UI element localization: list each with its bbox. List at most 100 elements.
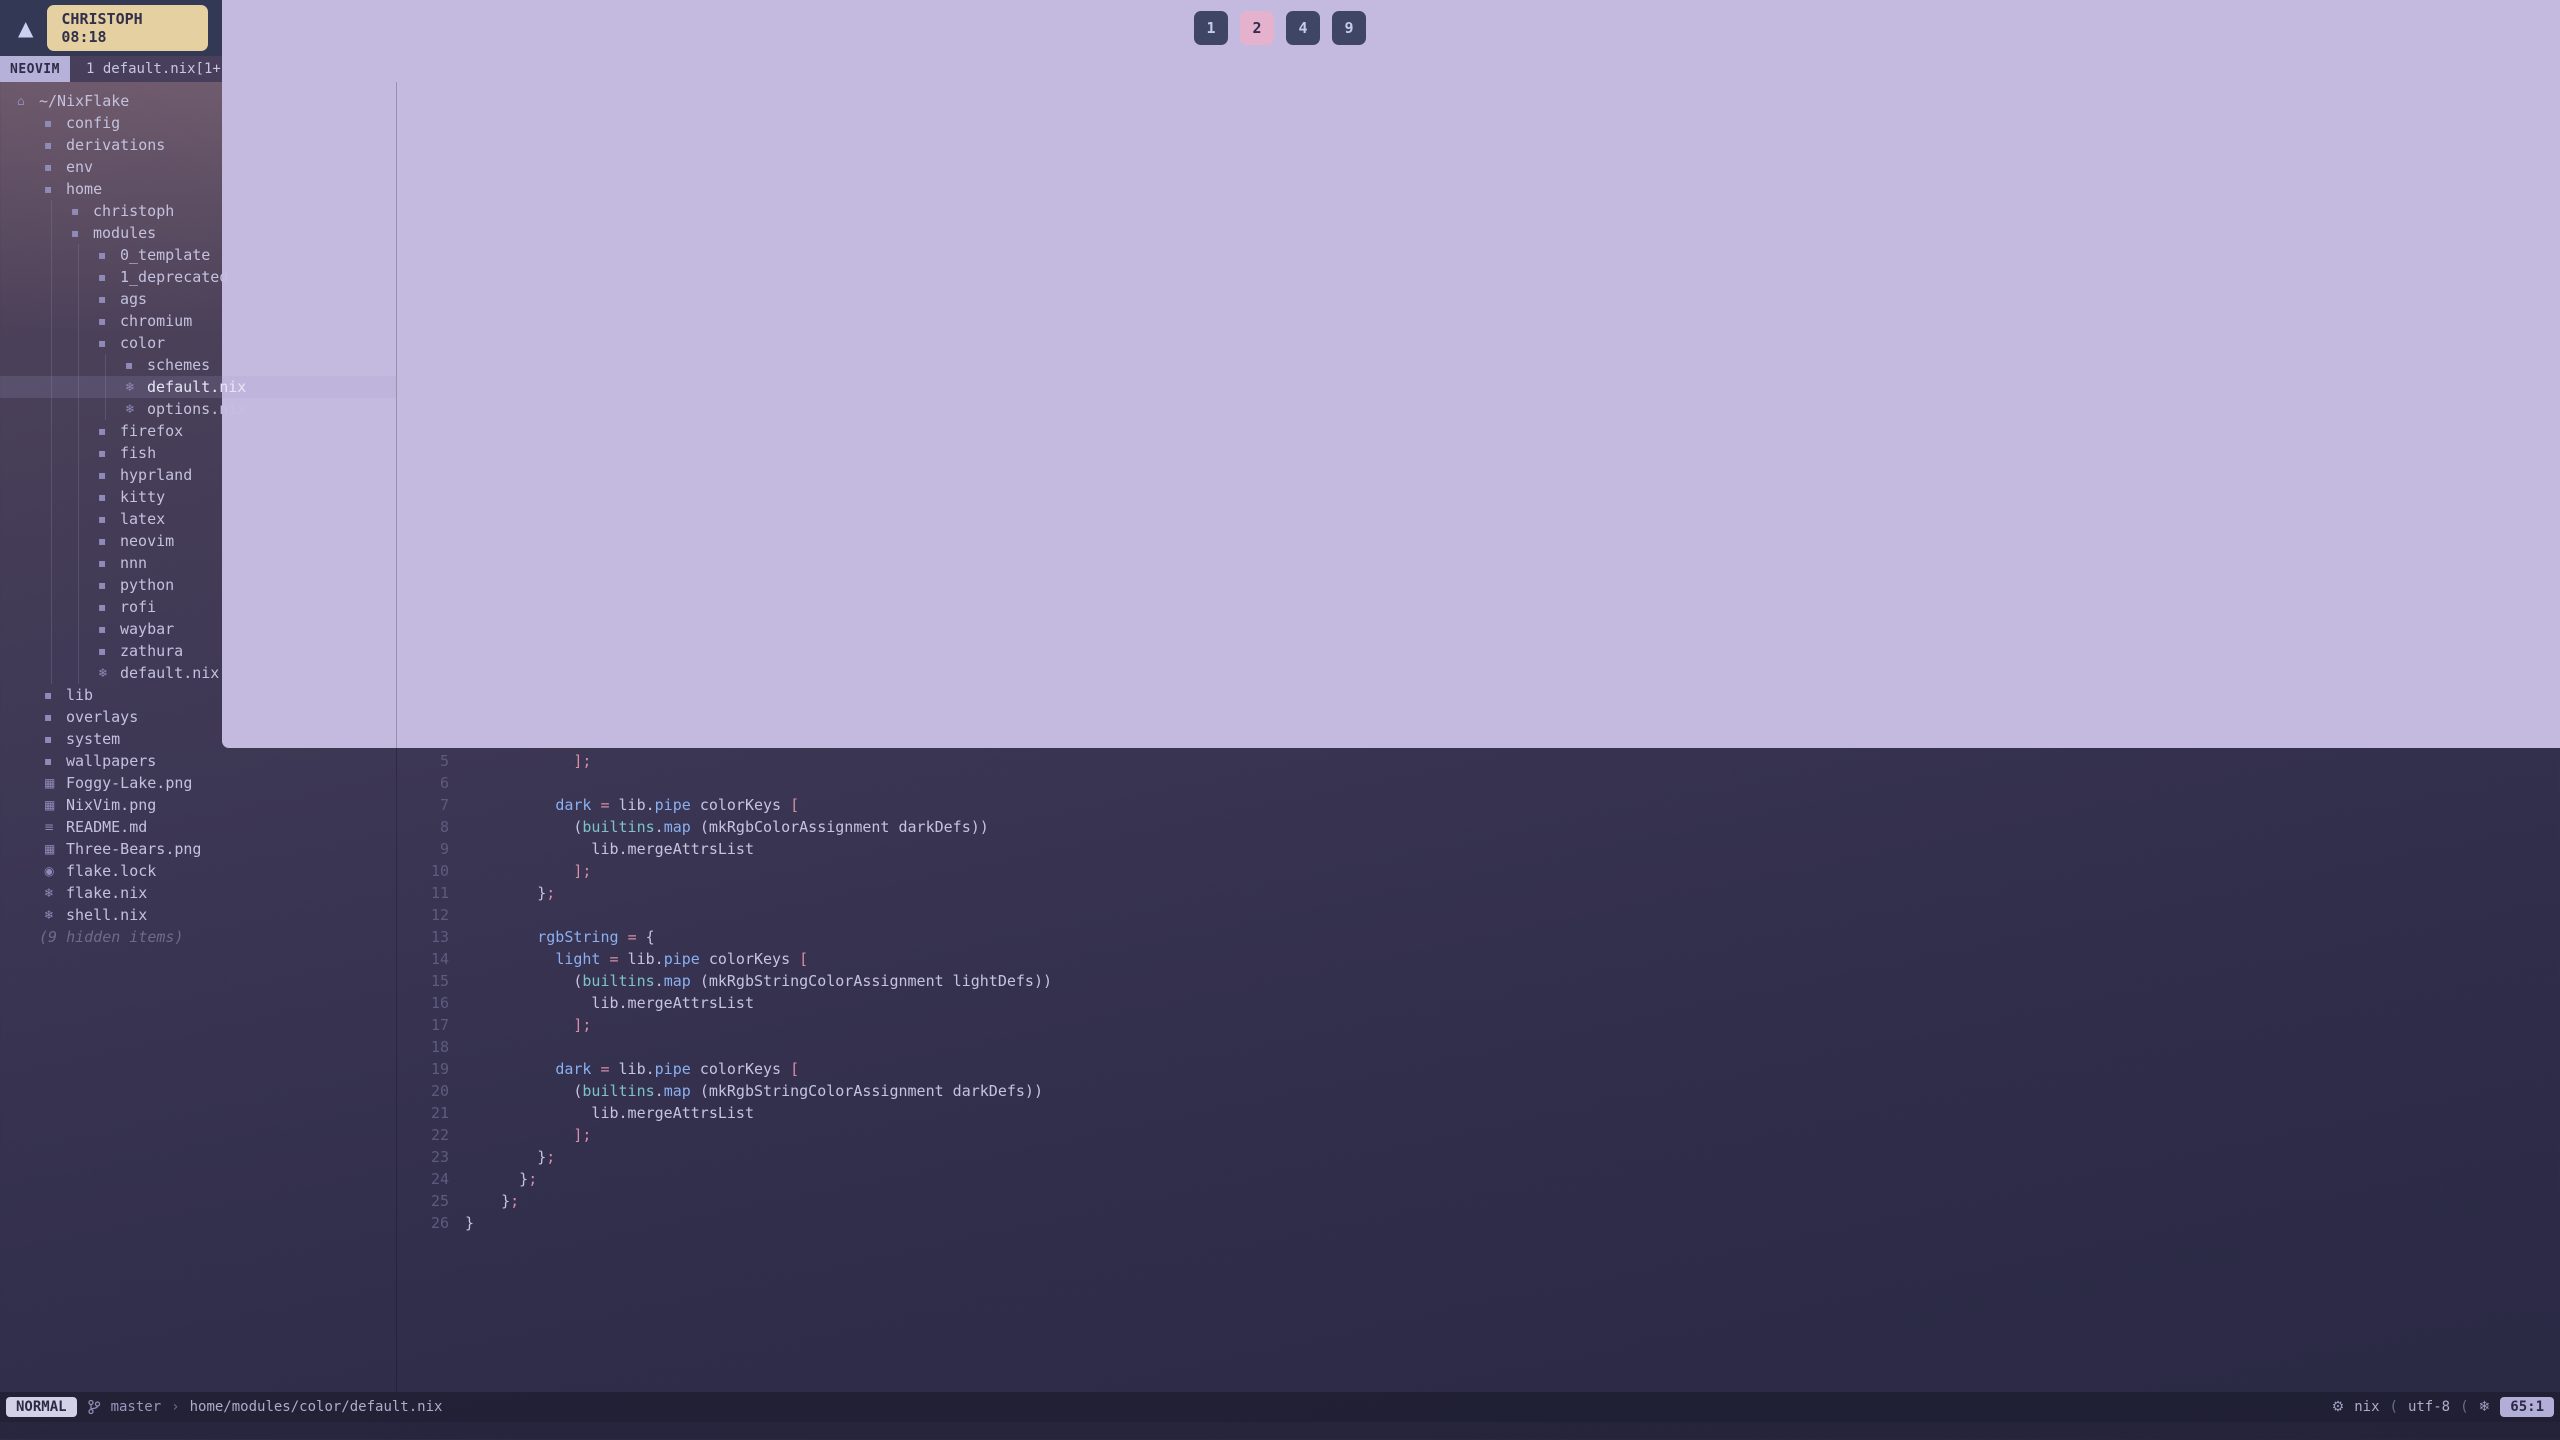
filetype-label: nix <box>2354 1399 2379 1415</box>
folder-icon: ▪ <box>98 486 120 508</box>
tree-item-color[interactable]: ▪color <box>0 332 396 354</box>
tree-item-nnn[interactable]: ▪nnn <box>0 552 396 574</box>
tree-item-env[interactable]: ▪env <box>0 156 396 178</box>
code-line[interactable]: 24 }; <box>397 1168 2560 1190</box>
folder-icon: ▪ <box>98 552 120 574</box>
tree-item-shell.nix[interactable]: ❄shell.nix <box>0 904 396 926</box>
tree-item-1-deprecated[interactable]: ▪1_deprecated <box>0 266 396 288</box>
code-line[interactable]: 10 ]; <box>397 860 2560 882</box>
tree-item-options.nix[interactable]: ❄options.nix <box>0 398 396 420</box>
tree-item-flake.lock[interactable]: ◉flake.lock <box>0 860 396 882</box>
code-line[interactable]: 23 }; <box>397 1146 2560 1168</box>
tree-item-chromium[interactable]: ▪chromium <box>0 310 396 332</box>
code-text: (builtins.map (mkRgbColorAssignment dark… <box>465 816 989 838</box>
top-bar-left: ▲ CHRISTOPH 08:18 Neovide <box>18 0 2560 748</box>
neovide-badge[interactable]: Neovide <box>222 0 2560 748</box>
code-line[interactable]: 7 dark = lib.pipe colorKeys [ <box>397 794 2560 816</box>
line-number: 11 <box>397 882 449 904</box>
code-line[interactable]: 14 light = lib.pipe colorKeys [ <box>397 948 2560 970</box>
tree-item-config[interactable]: ▪config <box>0 112 396 134</box>
tree-item-wallpapers[interactable]: ▪wallpapers <box>0 750 396 772</box>
code-line[interactable]: 15 (builtins.map (mkRgbStringColorAssign… <box>397 970 2560 992</box>
line-number: 8 <box>397 816 449 838</box>
tree-item-zathura[interactable]: ▪zathura <box>0 640 396 662</box>
code-line[interactable]: 25 }; <box>397 1190 2560 1212</box>
tree-item-label: neovim <box>120 530 174 552</box>
tree-item-default.nix[interactable]: ❄default.nix <box>0 662 396 684</box>
tree-item-label: overlays <box>66 706 138 728</box>
tree-item-foggy-lake.png[interactable]: ▦Foggy-Lake.png <box>0 772 396 794</box>
folder-icon: ▪ <box>44 156 66 178</box>
folder-icon: ▪ <box>98 574 120 596</box>
tree-item-waybar[interactable]: ▪waybar <box>0 618 396 640</box>
tree-item-modules[interactable]: ▪modules <box>0 222 396 244</box>
tree-item-readme.md[interactable]: ≡README.md <box>0 816 396 838</box>
code-text: light = lib.pipe colorKeys [ <box>465 948 808 970</box>
code-line[interactable]: 5 ]; <box>397 750 2560 772</box>
code-text: lib.mergeAttrsList <box>465 992 754 1014</box>
tree-item-ags[interactable]: ▪ags <box>0 288 396 310</box>
code-line[interactable]: 6 <box>397 772 2560 794</box>
code-text: dark = lib.pipe colorKeys [ <box>465 794 799 816</box>
tree-item-schemes[interactable]: ▪schemes <box>0 354 396 376</box>
tree-item-home[interactable]: ▪home <box>0 178 396 200</box>
tree-item-nixvim.png[interactable]: ▦NixVim.png <box>0 794 396 816</box>
tree-item-label: env <box>66 156 93 178</box>
folder-icon: ▪ <box>98 508 120 530</box>
file-path: home/modules/color/default.nix <box>190 1399 443 1415</box>
tree-item-latex[interactable]: ▪latex <box>0 508 396 530</box>
folder-icon: ▪ <box>71 222 93 244</box>
tree-item-overlays[interactable]: ▪overlays <box>0 706 396 728</box>
code-line[interactable]: 16 lib.mergeAttrsList <box>397 992 2560 1014</box>
tree-item-lib[interactable]: ▪lib <box>0 684 396 706</box>
workspace-switcher: 1249 <box>1194 11 1366 45</box>
line-number: 6 <box>397 772 449 794</box>
folder-icon: ▪ <box>98 288 120 310</box>
git-branch-name: master <box>111 1399 162 1415</box>
user-clock-badge[interactable]: CHRISTOPH 08:18 <box>47 5 208 51</box>
folder-icon: ▪ <box>98 310 120 332</box>
code-text: }; <box>465 1168 537 1190</box>
tree-item--9-hidden-items-: (9 hidden items) <box>0 926 396 948</box>
code-line[interactable]: 19 dark = lib.pipe colorKeys [ <box>397 1058 2560 1080</box>
tree-item-hyprland[interactable]: ▪hyprland <box>0 464 396 486</box>
tree-item-label: 1_deprecated <box>120 266 228 288</box>
folder-icon: ▪ <box>71 200 93 222</box>
tree-item-three-bears.png[interactable]: ▦Three-Bears.png <box>0 838 396 860</box>
tree-item-python[interactable]: ▪python <box>0 574 396 596</box>
tree-item-flake.nix[interactable]: ❄flake.nix <box>0 882 396 904</box>
tree-item-rofi[interactable]: ▪rofi <box>0 596 396 618</box>
tree-item-kitty[interactable]: ▪kitty <box>0 486 396 508</box>
code-line[interactable]: 18 <box>397 1036 2560 1058</box>
tree-item-fish[interactable]: ▪fish <box>0 442 396 464</box>
workspace-2[interactable]: 2 <box>1240 11 1274 45</box>
line-number: 12 <box>397 904 449 926</box>
workspace-9[interactable]: 9 <box>1332 11 1366 45</box>
tree-item-0-template[interactable]: ▪0_template <box>0 244 396 266</box>
code-line[interactable]: 20 (builtins.map (mkRgbStringColorAssign… <box>397 1080 2560 1102</box>
tree-item-derivations[interactable]: ▪derivations <box>0 134 396 156</box>
tree-item-christoph[interactable]: ▪christoph <box>0 200 396 222</box>
code-line[interactable]: 26} <box>397 1212 2560 1234</box>
tree-item-firefox[interactable]: ▪firefox <box>0 420 396 442</box>
tree-item-~-nixflake[interactable]: ⌂~/NixFlake <box>0 90 396 112</box>
code-line[interactable]: 21 lib.mergeAttrsList <box>397 1102 2560 1124</box>
workspace-1[interactable]: 1 <box>1194 11 1228 45</box>
code-line[interactable]: 13 rgbString = { <box>397 926 2560 948</box>
code-line[interactable]: 12 <box>397 904 2560 926</box>
tree-item-neovim[interactable]: ▪neovim <box>0 530 396 552</box>
code-line[interactable]: 8 (builtins.map (mkRgbColorAssignment da… <box>397 816 2560 838</box>
code-line[interactable]: 22 ]; <box>397 1124 2560 1146</box>
folder-icon: ▪ <box>44 112 66 134</box>
tree-item-default.nix[interactable]: ❄default.nix <box>0 376 396 398</box>
tree-item-label: wallpapers <box>66 750 156 772</box>
code-line[interactable]: 11 }; <box>397 882 2560 904</box>
code-line[interactable]: 17 ]; <box>397 1014 2560 1036</box>
tree-item-system[interactable]: ▪system <box>0 728 396 750</box>
folder-icon: ▪ <box>98 442 120 464</box>
code-line[interactable]: 9 lib.mergeAttrsList <box>397 838 2560 860</box>
code-text: ]; <box>465 1014 591 1036</box>
tree-item-label: latex <box>120 508 165 530</box>
workspace-4[interactable]: 4 <box>1286 11 1320 45</box>
tree-item-label: kitty <box>120 486 165 508</box>
